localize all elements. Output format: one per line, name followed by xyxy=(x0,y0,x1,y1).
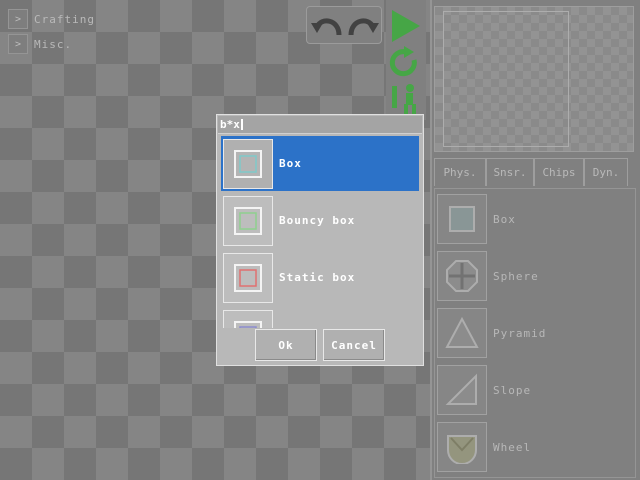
undo-redo-group xyxy=(306,6,382,44)
expand-arrow-icon[interactable]: > xyxy=(8,34,28,54)
box-icon xyxy=(437,194,487,244)
category-label: Misc. xyxy=(34,37,73,51)
pyramid-icon xyxy=(437,308,487,358)
partial-box-icon xyxy=(223,309,273,328)
list-item-pyramid[interactable]: Pyramid xyxy=(437,307,546,359)
tab-snsr[interactable]: Snsr. xyxy=(486,158,534,186)
sphere-icon xyxy=(437,251,487,301)
result-item-label: Bouncy box xyxy=(279,214,356,227)
text-caret xyxy=(240,119,243,130)
list-item-label: Sphere xyxy=(493,269,539,283)
restart-icon[interactable] xyxy=(389,46,417,77)
category-crafting[interactable]: > Crafting xyxy=(8,8,95,30)
box-icon xyxy=(223,138,273,189)
category-misc[interactable]: > Misc. xyxy=(8,33,72,55)
object-search-dialog: b*x Box Bouncy box Static box Ok Cancel xyxy=(216,114,424,366)
bouncy-box-icon xyxy=(223,195,273,246)
tab-phys[interactable]: Phys. xyxy=(434,158,486,186)
result-item-partial[interactable] xyxy=(221,307,419,328)
wheel-icon xyxy=(437,422,487,472)
result-list[interactable]: Box Bouncy box Static box xyxy=(221,136,419,328)
preview-frame xyxy=(443,11,569,147)
list-item-label: Pyramid xyxy=(493,326,547,340)
play-icon[interactable] xyxy=(392,10,420,42)
ok-button[interactable]: Ok xyxy=(255,329,317,361)
simulation-controls-svg xyxy=(389,10,420,116)
list-item-label: Slope xyxy=(493,383,532,397)
expand-arrow-icon[interactable]: > xyxy=(8,9,28,29)
list-item-label: Wheel xyxy=(493,440,532,454)
search-input[interactable]: b*x xyxy=(218,116,422,134)
tab-dyn[interactable]: Dyn. xyxy=(584,158,628,186)
panel-tabs: Phys. Snsr. Chips Dyn. xyxy=(434,158,628,186)
object-list: Box Sphere Pyramid Slope Wheel xyxy=(434,188,636,478)
undo-redo-svg xyxy=(311,18,379,36)
list-item-label: Box xyxy=(493,212,516,226)
list-item-wheel[interactable]: Wheel xyxy=(437,421,531,473)
simulation-controls xyxy=(386,0,426,120)
slope-icon xyxy=(437,365,487,415)
tab-chips[interactable]: Chips xyxy=(534,158,584,186)
result-item-label: Box xyxy=(279,157,302,170)
result-item-bouncy-box[interactable]: Bouncy box xyxy=(221,193,419,248)
character-icon[interactable] xyxy=(392,84,416,116)
static-box-icon xyxy=(223,252,273,303)
redo-icon[interactable] xyxy=(348,18,379,36)
result-item-static-box[interactable]: Static box xyxy=(221,250,419,305)
undo-icon[interactable] xyxy=(311,18,342,36)
list-item-sphere[interactable]: Sphere xyxy=(437,250,539,302)
category-label: Crafting xyxy=(34,12,95,26)
result-item-label: Static box xyxy=(279,271,356,284)
object-preview xyxy=(434,6,634,152)
cancel-button[interactable]: Cancel xyxy=(323,329,385,361)
list-item-slope[interactable]: Slope xyxy=(437,364,531,416)
list-item-box[interactable]: Box xyxy=(437,193,516,245)
search-input-value: b*x xyxy=(220,118,240,131)
result-item-box[interactable]: Box xyxy=(221,136,419,191)
